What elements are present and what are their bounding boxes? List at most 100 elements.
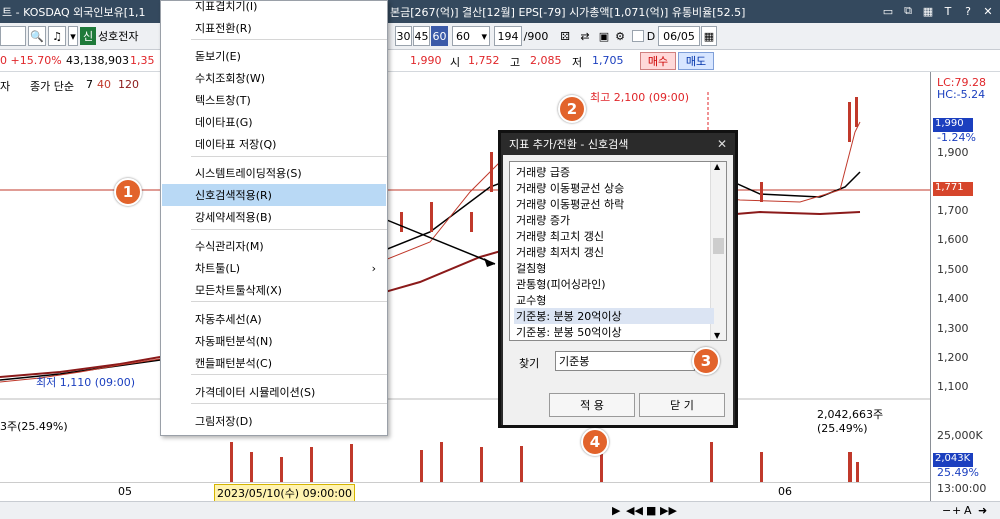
current-price: 1,990 bbox=[410, 54, 442, 67]
zoom-in-icon[interactable]: + bbox=[952, 504, 961, 517]
menu-separator bbox=[191, 156, 387, 157]
menu-item[interactable]: 강세약세적용(B) bbox=[162, 206, 386, 228]
date-right: 06 bbox=[778, 485, 792, 498]
arrow-right-icon[interactable]: ➜ bbox=[978, 504, 987, 517]
rewind-icon[interactable]: ◀◀ bbox=[626, 504, 643, 517]
stock-name[interactable]: 성호전자 bbox=[98, 26, 154, 46]
menu-item[interactable]: 데이타표 저장(Q) bbox=[162, 133, 386, 155]
calendar-icon[interactable]: ▦ bbox=[701, 26, 717, 46]
layout-icon[interactable]: ▦ bbox=[920, 3, 936, 19]
title-icons: ▭ ⧉ ▦ T ? ✕ bbox=[880, 3, 996, 19]
ma-120-label: 120 bbox=[118, 78, 139, 91]
close-icon[interactable]: ✕ bbox=[980, 3, 996, 19]
menu-item[interactable]: 수치조회창(W) bbox=[162, 67, 386, 89]
close-icon[interactable]: ✕ bbox=[717, 137, 727, 151]
tick-1100: 1,100 bbox=[937, 380, 969, 393]
signal-list-item[interactable]: 거래량 이동평균선 하락 bbox=[514, 196, 714, 212]
menu-item[interactable]: 시스템트레이딩적용(S) bbox=[162, 162, 386, 184]
price-chart[interactable]: 자 종가 단순 7 40 120 최고 2,100 (09:00) 최저 1,1… bbox=[0, 72, 930, 482]
tick-1300: 1,300 bbox=[937, 322, 969, 335]
scroll-up-icon[interactable]: ▲ bbox=[714, 162, 720, 171]
signal-list-item[interactable]: 관통형(피어싱라인) bbox=[514, 276, 714, 292]
signal-list-item[interactable]: 교수형 bbox=[514, 292, 714, 308]
volume-bars bbox=[230, 442, 859, 482]
font-icon[interactable]: A bbox=[964, 504, 972, 517]
signal-list-item[interactable]: 기준봉: 분봉 20억이상 bbox=[514, 308, 714, 324]
step-1-marker: 1 bbox=[114, 178, 142, 206]
menu-separator bbox=[191, 374, 387, 375]
volume-right-label: 2,042,663주(25.49%) bbox=[817, 408, 884, 435]
menu-item[interactable]: 그림저장(D) bbox=[162, 410, 386, 432]
scroll-thumb[interactable] bbox=[713, 238, 724, 254]
menu-item[interactable]: 자동추세선(A) bbox=[162, 308, 386, 330]
pattern-icon[interactable]: ⚄ bbox=[556, 26, 574, 46]
dropdown-icon[interactable]: ▾ bbox=[68, 26, 78, 46]
sound-icon[interactable]: ♫ bbox=[48, 26, 66, 46]
forward-icon[interactable]: ▶▶ bbox=[660, 504, 677, 517]
range-input[interactable]: 194 bbox=[494, 26, 522, 46]
tick-1700: 1,700 bbox=[937, 204, 969, 217]
period-45[interactable]: 45 bbox=[413, 26, 430, 46]
signal-list[interactable]: ▲ ▼ 거래량 급증 거래량 이동평균선 상승 거래량 이동평균선 하락 거래량 증가… bbox=[509, 161, 727, 341]
find-input[interactable]: 기준봉 bbox=[555, 351, 695, 371]
count-select[interactable]: 60 ▾ bbox=[452, 26, 490, 46]
high-label: 고 bbox=[510, 56, 521, 69]
help-icon[interactable]: ? bbox=[960, 3, 976, 19]
restore-icon[interactable]: ⧉ bbox=[900, 3, 916, 19]
menu-item[interactable]: 모든차트툴삭제(X) bbox=[162, 279, 386, 301]
period-60[interactable]: 60 bbox=[431, 26, 448, 46]
menu-separator bbox=[191, 39, 387, 40]
find-label: 찾기 bbox=[519, 357, 540, 370]
menu-item[interactable]: 수식관리자(M) bbox=[162, 235, 386, 257]
low-value: 1,705 bbox=[592, 54, 624, 67]
signal-list-item[interactable]: 거래량 급증 bbox=[514, 164, 714, 180]
chevron-down-icon: ▾ bbox=[481, 29, 487, 43]
price-axis: LC:79.28 HC:-5.24 1,990 -1.24% 1,900 1,7… bbox=[930, 72, 1000, 502]
menu-item[interactable]: 텍스트창(T) bbox=[162, 89, 386, 111]
signal-list-item[interactable]: 기준봉: 분봉 50억이상 bbox=[514, 324, 714, 340]
search-icon[interactable]: 🔍 bbox=[28, 26, 46, 46]
date-input[interactable]: 06/05 bbox=[658, 26, 700, 46]
menu-item[interactable]: 돋보기(E) bbox=[162, 45, 386, 67]
menu-item[interactable]: 지표겹치기(I) bbox=[162, 0, 386, 17]
symbol-input[interactable] bbox=[0, 26, 26, 46]
range-total: /900 bbox=[523, 29, 549, 43]
text-icon[interactable]: T bbox=[940, 3, 956, 19]
window-icon[interactable]: ▭ bbox=[880, 3, 896, 19]
play-icon[interactable]: ▶ bbox=[612, 504, 620, 517]
buy-button[interactable]: 매수 bbox=[640, 52, 676, 70]
signal-list-item[interactable]: 기준봉: 분봉 1... bbox=[514, 340, 714, 341]
signal-list-item[interactable]: 거래량 증가 bbox=[514, 212, 714, 228]
high-value: 2,085 bbox=[530, 54, 562, 67]
close-button[interactable]: 닫 기 bbox=[639, 393, 725, 417]
menu-item[interactable]: 차트툴(L) › bbox=[162, 257, 386, 279]
period-30[interactable]: 30 bbox=[395, 26, 412, 46]
menu-item[interactable]: 데이타표(G) bbox=[162, 111, 386, 133]
volume-tick: 25,000K bbox=[937, 429, 983, 442]
signal-list-item[interactable]: 거래량 최저치 갱신 bbox=[514, 244, 714, 260]
menu-item[interactable]: 자동패턴분석(N) bbox=[162, 330, 386, 352]
menu-item[interactable]: 신호검색적용(R) bbox=[162, 184, 386, 206]
save-icon[interactable]: ▣ bbox=[596, 26, 612, 46]
signal-list-item[interactable]: 거래량 이동평균선 상승 bbox=[514, 180, 714, 196]
menu-item[interactable]: 캔들패턴분석(C) bbox=[162, 352, 386, 374]
low-annotation: 최저 1,110 (09:00) bbox=[36, 376, 136, 389]
signal-list-item[interactable]: 걸침형 bbox=[514, 260, 714, 276]
gear-icon[interactable]: ⚙ bbox=[612, 26, 628, 46]
scroll-down-icon[interactable]: ▼ bbox=[714, 331, 720, 340]
stop-icon[interactable]: ■ bbox=[646, 504, 656, 517]
apply-button[interactable]: 적 용 bbox=[549, 393, 635, 417]
change-text: 0 +15.70% bbox=[0, 54, 62, 67]
menu-separator bbox=[191, 301, 387, 302]
cursor-price-badge: 1,771 bbox=[933, 182, 973, 196]
date-checkbox[interactable] bbox=[632, 30, 644, 42]
context-menu: 지표겹치기(I) 지표전환(R) 돋보기(E) 수치조회창(W) 텍스트창(T) 데이타표… bbox=[160, 0, 388, 436]
signal-list-item[interactable]: 거래량 최고치 갱신 bbox=[514, 228, 714, 244]
compare-icon[interactable]: ⇄ bbox=[576, 26, 594, 46]
menu-item[interactable]: 지표전환(R) bbox=[162, 17, 386, 39]
volume-left-label: 3주(25.49%) bbox=[0, 420, 68, 433]
sell-button[interactable]: 매도 bbox=[678, 52, 714, 70]
menu-item[interactable]: 가격데이터 시뮬레이션(S) bbox=[162, 381, 386, 403]
zoom-out-icon[interactable]: − bbox=[942, 504, 951, 517]
ma-40-label: 40 bbox=[97, 78, 111, 91]
